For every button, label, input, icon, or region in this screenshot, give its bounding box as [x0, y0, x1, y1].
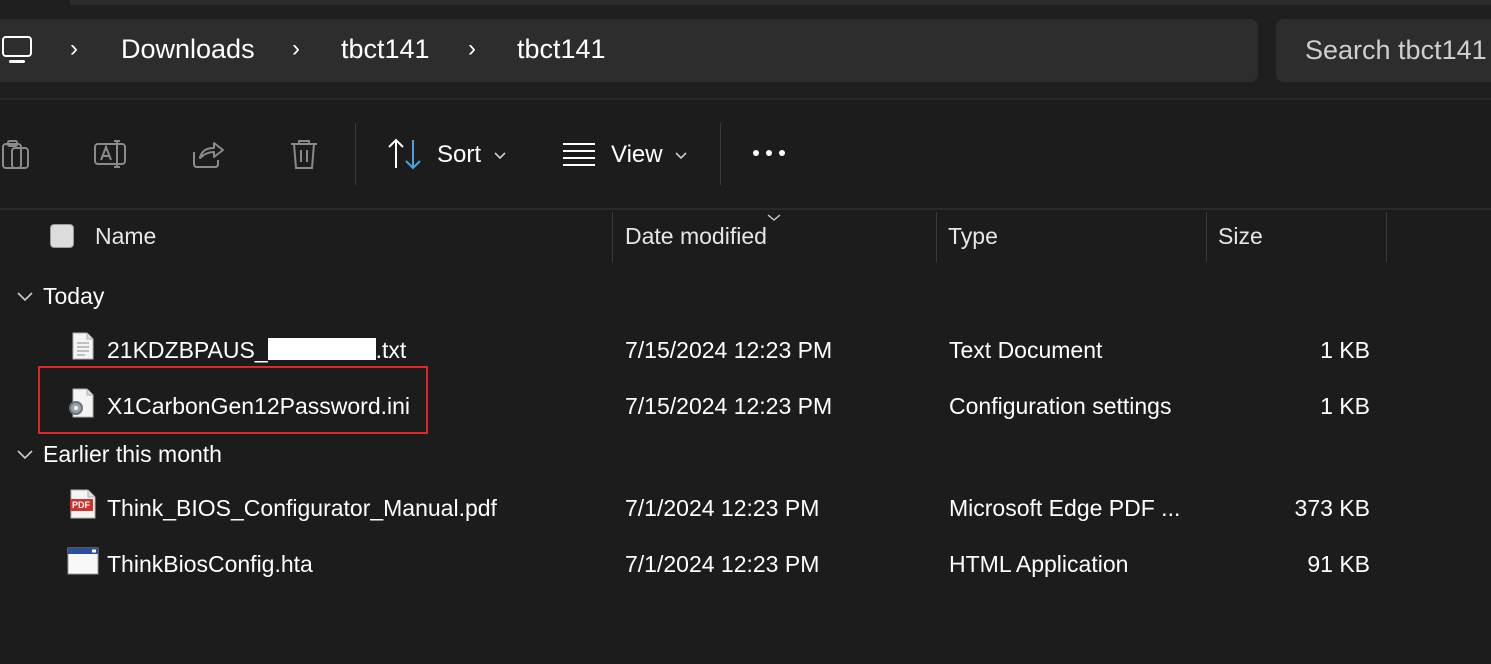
column-separator[interactable]: [612, 212, 613, 262]
file-name: Think_BIOS_Configurator_Manual.pdf: [107, 495, 497, 521]
file-date: 7/15/2024 12:23 PM: [625, 393, 833, 419]
highlight-box: [38, 366, 428, 434]
list-item[interactable]: PDF Think_BIOS_Configurator_Manual.pdf 7…: [0, 478, 1491, 534]
file-type: HTML Application: [949, 551, 1129, 577]
view-button[interactable]: View: [562, 136, 692, 176]
file-type: Microsoft Edge PDF ...: [949, 495, 1181, 521]
toolbar-separator: [355, 123, 356, 185]
file-name-suffix: .txt: [375, 337, 407, 363]
breadcrumb-chevron-icon: ›: [292, 35, 300, 62]
file-name-prefix: 21KDZBPAUS_: [107, 337, 268, 363]
file-date: 7/15/2024 12:23 PM: [625, 337, 833, 363]
chevron-down-icon: [16, 290, 34, 308]
copy-icon[interactable]: [0, 136, 36, 172]
list-item[interactable]: ThinkBiosConfig.hta 7/1/2024 12:23 PM HT…: [0, 534, 1491, 590]
chevron-down-icon: [674, 148, 688, 166]
top-strip: [70, 0, 1491, 5]
delete-icon[interactable]: [286, 136, 322, 172]
file-size: 1 KB: [1320, 393, 1370, 419]
chevron-down-icon: [493, 148, 507, 166]
file-size: 91 KB: [1307, 551, 1370, 577]
pdf-icon-label: PDF: [72, 500, 90, 510]
breadcrumb-chevron-icon: ›: [70, 35, 78, 62]
breadcrumb-item-downloads[interactable]: Downloads: [121, 34, 255, 65]
file-size: 1 KB: [1320, 337, 1370, 363]
group-label: Earlier this month: [43, 441, 222, 467]
search-input[interactable]: Search tbct141: [1305, 35, 1487, 66]
group-today[interactable]: Today: [14, 283, 214, 313]
file-size: 373 KB: [1294, 495, 1370, 521]
column-separator[interactable]: [1386, 212, 1387, 262]
toolbar-divider: [0, 208, 1491, 210]
column-header-name[interactable]: Name: [95, 223, 156, 250]
text-file-icon: [72, 332, 94, 365]
this-pc-icon[interactable]: [2, 35, 34, 65]
file-name: 21KDZBPAUS_ .txt: [107, 337, 406, 364]
column-header-type[interactable]: Type: [948, 223, 998, 250]
sort-indicator-icon: [766, 210, 782, 228]
breadcrumb-item-tbct141-current[interactable]: tbct141: [517, 34, 606, 65]
file-date: 7/1/2024 12:23 PM: [625, 551, 820, 577]
pdf-file-icon: PDF: [70, 489, 96, 524]
view-label: View: [611, 141, 663, 168]
breadcrumb-chevron-icon: ›: [468, 35, 476, 62]
column-header-size[interactable]: Size: [1218, 223, 1263, 250]
column-separator[interactable]: [936, 212, 937, 262]
chevron-down-icon: [16, 448, 34, 466]
sort-label: Sort: [437, 141, 482, 168]
hta-file-icon: [67, 547, 99, 580]
more-icon[interactable]: [750, 143, 790, 163]
select-all-checkbox[interactable]: [50, 224, 74, 248]
share-icon[interactable]: [190, 136, 226, 172]
file-date: 7/1/2024 12:23 PM: [625, 495, 820, 521]
group-label: Today: [43, 283, 105, 309]
file-type: Text Document: [949, 337, 1103, 363]
column-separator[interactable]: [1206, 212, 1207, 262]
view-icon: [562, 141, 596, 172]
sort-button[interactable]: Sort: [386, 136, 516, 176]
rename-icon[interactable]: [93, 136, 129, 172]
toolbar-separator: [720, 123, 721, 185]
redaction-box: [267, 338, 376, 360]
column-header-date-modified[interactable]: Date modified: [625, 223, 767, 250]
group-earlier-this-month[interactable]: Earlier this month: [14, 441, 314, 471]
sort-icon: [386, 136, 426, 177]
file-name: ThinkBiosConfig.hta: [107, 551, 313, 577]
file-type: Configuration settings: [949, 393, 1172, 419]
breadcrumb-item-tbct141-parent[interactable]: tbct141: [341, 34, 430, 65]
